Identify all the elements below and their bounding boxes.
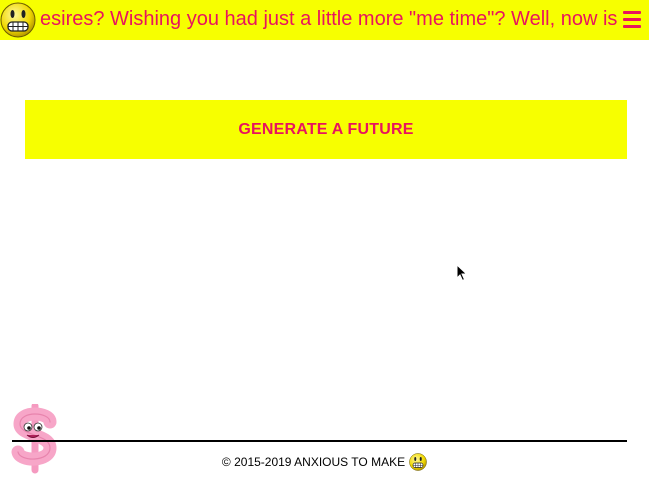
footer: © 2015-2019 ANXIOUS TO MAKE: [0, 453, 649, 471]
copyright-text: © 2015-2019 ANXIOUS TO MAKE: [221, 455, 406, 469]
hamburger-menu-icon[interactable]: [623, 11, 643, 29]
page: esires? Wishing you had just a little mo…: [0, 0, 649, 478]
marquee-text: esires? Wishing you had just a little mo…: [40, 8, 618, 30]
generate-future-button[interactable]: GENERATE A FUTURE: [25, 100, 627, 159]
grimace-smiley-icon[interactable]: [0, 2, 36, 38]
top-banner: esires? Wishing you had just a little mo…: [0, 0, 649, 40]
menu-bar: [623, 18, 641, 21]
menu-bar: [623, 11, 641, 14]
footer-divider: [12, 440, 627, 442]
menu-bar: [623, 25, 641, 28]
mouse-cursor-icon: [456, 264, 468, 282]
grimace-smiley-icon: [409, 453, 427, 471]
